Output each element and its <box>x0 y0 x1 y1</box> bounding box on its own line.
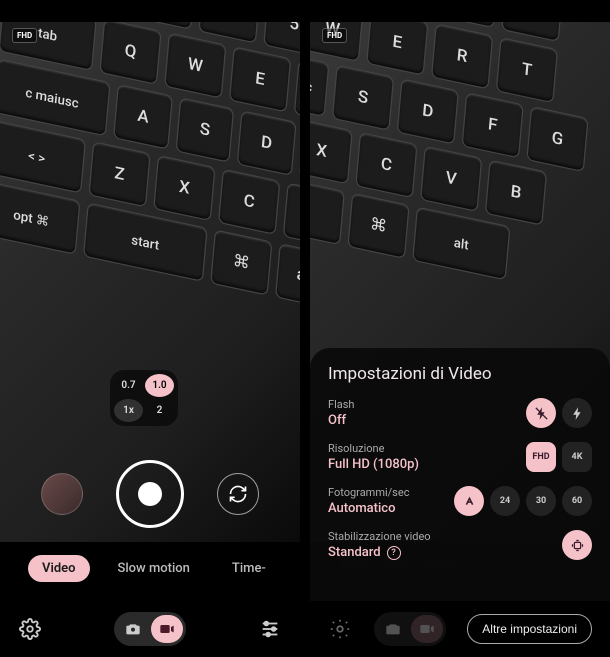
flash-value: Off <box>328 413 354 428</box>
stab-value: Standard ? <box>328 545 431 560</box>
bottom-bar <box>0 601 300 657</box>
fps-auto-option[interactable] <box>454 486 484 516</box>
res-fhd-option[interactable]: FHD <box>526 442 556 472</box>
mode-slow-motion[interactable]: Slow motion <box>104 555 204 582</box>
flash-label: Flash <box>328 398 354 411</box>
resolution-badge[interactable]: FHD <box>12 28 37 43</box>
res-4k-option[interactable]: 4K <box>562 442 592 472</box>
fps-60-option[interactable]: 60 <box>562 486 592 516</box>
zoom-2[interactable]: 2 <box>145 399 174 422</box>
zoom-0-7[interactable]: 0.7 <box>114 374 143 397</box>
video-mode-dimmed <box>411 615 443 643</box>
resolution-options: FHD 4K <box>526 442 592 472</box>
fps-30-option[interactable]: 30 <box>526 486 556 516</box>
help-icon[interactable]: ? <box>387 546 401 560</box>
resolution-label: Risoluzione <box>328 442 419 455</box>
setting-resolution: Risoluzione Full HD (1080p) FHD 4K <box>328 442 592 472</box>
zoom-1x[interactable]: 1x <box>114 399 143 422</box>
camera-screen-main: 12345 tabQWER c maiuscASDF < >ZXCV opt ⌘… <box>0 0 300 657</box>
photo-mode-dimmed <box>377 615 409 643</box>
flash-options <box>526 398 592 428</box>
flash-off-option[interactable] <box>526 398 556 428</box>
stab-options <box>562 530 592 560</box>
settings-icon[interactable] <box>18 617 42 641</box>
mode-selector[interactable]: Video Slow motion Time- <box>0 555 300 582</box>
bottom-bar: Altre impostazioni <box>310 601 610 657</box>
resolution-badge[interactable]: FHD <box>322 28 347 43</box>
gallery-thumbnail[interactable] <box>41 473 83 515</box>
fps-label: Fotogrammi/sec <box>328 486 409 499</box>
capture-toggle <box>114 612 186 646</box>
zoom-1-0[interactable]: 1.0 <box>145 374 174 397</box>
sheet-title: Impostazioni di Video <box>328 364 592 384</box>
photo-mode-button[interactable] <box>117 615 149 643</box>
tune-icon[interactable] <box>258 617 282 641</box>
zoom-controls: 0.7 1.0 1x 2 <box>110 370 178 426</box>
fps-24-option[interactable]: 24 <box>490 486 520 516</box>
video-settings-sheet: Impostazioni di Video Flash Off Risoluzi… <box>310 348 610 601</box>
shutter-row <box>0 460 300 528</box>
resolution-value: Full HD (1080p) <box>328 457 419 472</box>
video-mode-button[interactable] <box>151 615 183 643</box>
capture-toggle-dimmed <box>374 612 446 646</box>
more-settings-button[interactable]: Altre impostazioni <box>467 614 592 644</box>
stab-label: Stabilizzazione video <box>328 530 431 543</box>
settings-icon[interactable] <box>328 617 352 641</box>
setting-fps: Fotogrammi/sec Automatico 24 30 60 <box>328 486 592 516</box>
flash-on-option[interactable] <box>562 398 592 428</box>
fps-value: Automatico <box>328 501 409 516</box>
shutter-button[interactable] <box>116 460 184 528</box>
setting-flash: Flash Off <box>328 398 592 428</box>
stab-standard-option[interactable] <box>562 530 592 560</box>
fps-options: 24 30 60 <box>454 486 592 516</box>
camera-screen-settings: 34567 QWERT loc maiuscSDFG ZXCVB start⌘a… <box>310 0 610 657</box>
setting-stabilization: Stabilizzazione video Standard ? <box>328 530 592 560</box>
mode-timelapse[interactable]: Time- <box>218 555 280 582</box>
mode-video[interactable]: Video <box>28 555 90 582</box>
shutter-inner <box>138 482 162 506</box>
flip-camera-button[interactable] <box>217 473 259 515</box>
